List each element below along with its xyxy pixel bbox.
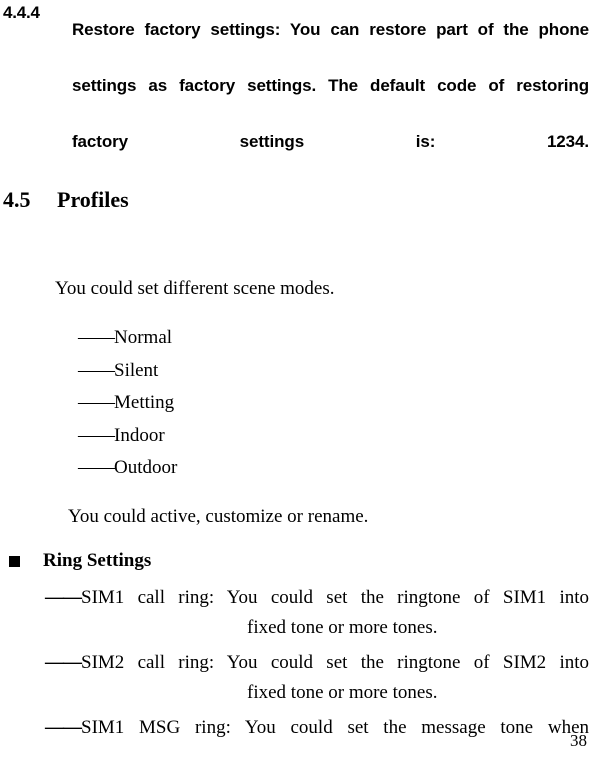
- section-heading-4-5: 4.5 Profiles: [0, 186, 590, 218]
- outro-paragraph: You could active, customize or rename.: [68, 506, 369, 527]
- ring-entry-sim2-call: ——SIM2 call ring: You could set the ring…: [45, 648, 589, 708]
- section-number: 4.5: [3, 187, 31, 212]
- ring-entry-sim1-msg: ——SIM1 MSG ring: You could set the messa…: [45, 713, 589, 743]
- square-bullet-icon: [9, 556, 20, 567]
- em-dash-prefix-icon: ——: [78, 327, 115, 348]
- em-dash-prefix-icon: ——: [78, 359, 115, 381]
- list-item: ——Normal: [78, 322, 378, 355]
- subsection-body-text: Restore factory settings: You can restor…: [72, 20, 589, 151]
- ring-entry-line1: ——SIM2 call ring: You could set the ring…: [45, 648, 589, 678]
- list-item-label: Metting: [114, 392, 175, 413]
- section-title: Profiles: [57, 187, 129, 212]
- em-dash-prefix-icon: ——: [78, 457, 115, 478]
- ring-entry-line2: fixed tone or more tones.: [247, 617, 438, 638]
- em-dash-prefix-icon: ——: [45, 652, 82, 673]
- ring-settings-heading: Ring Settings: [0, 549, 400, 575]
- intro-paragraph: You could set different scene modes.: [55, 278, 335, 299]
- ring-settings-heading-label: Ring Settings: [43, 550, 152, 571]
- em-dash-prefix-icon: ——: [78, 424, 115, 446]
- document-page: 4.4.4 Restore factory settings: You can …: [0, 0, 590, 757]
- ring-entry-sim1-call: ——SIM1 call ring: You could set the ring…: [45, 583, 589, 643]
- list-item-label: Outdoor: [114, 457, 178, 478]
- list-item-label: Normal: [114, 327, 173, 348]
- em-dash-prefix-icon: ——: [45, 587, 82, 608]
- list-item: ——Outdoor: [78, 452, 378, 485]
- ring-entry-line1: ——SIM1 MSG ring: You could set the messa…: [45, 713, 589, 743]
- list-item: ——Silent: [78, 355, 378, 388]
- ring-entry-text: SIM1 call ring: You could set the ringto…: [81, 587, 589, 608]
- ring-entry-line2: fixed tone or more tones.: [247, 682, 438, 703]
- list-item: ——Metting: [78, 387, 378, 420]
- page-number: 38: [570, 731, 587, 750]
- list-item-label: Silent: [114, 359, 159, 381]
- subsection-number: 4.4.4: [3, 3, 40, 22]
- ring-entry-text: SIM2 call ring: You could set the ringto…: [81, 652, 589, 673]
- em-dash-prefix-icon: ——: [45, 717, 82, 738]
- ring-entry-line1: ——SIM1 call ring: You could set the ring…: [45, 583, 589, 613]
- em-dash-prefix-icon: ——: [78, 392, 115, 413]
- scene-mode-list: ——Normal ——Silent ——Metting ——Indoor ——O…: [78, 322, 378, 485]
- list-item-label: Indoor: [114, 424, 165, 446]
- ring-entry-text: SIM1 MSG ring: You could set the message…: [81, 717, 589, 738]
- list-item: ——Indoor: [78, 420, 378, 453]
